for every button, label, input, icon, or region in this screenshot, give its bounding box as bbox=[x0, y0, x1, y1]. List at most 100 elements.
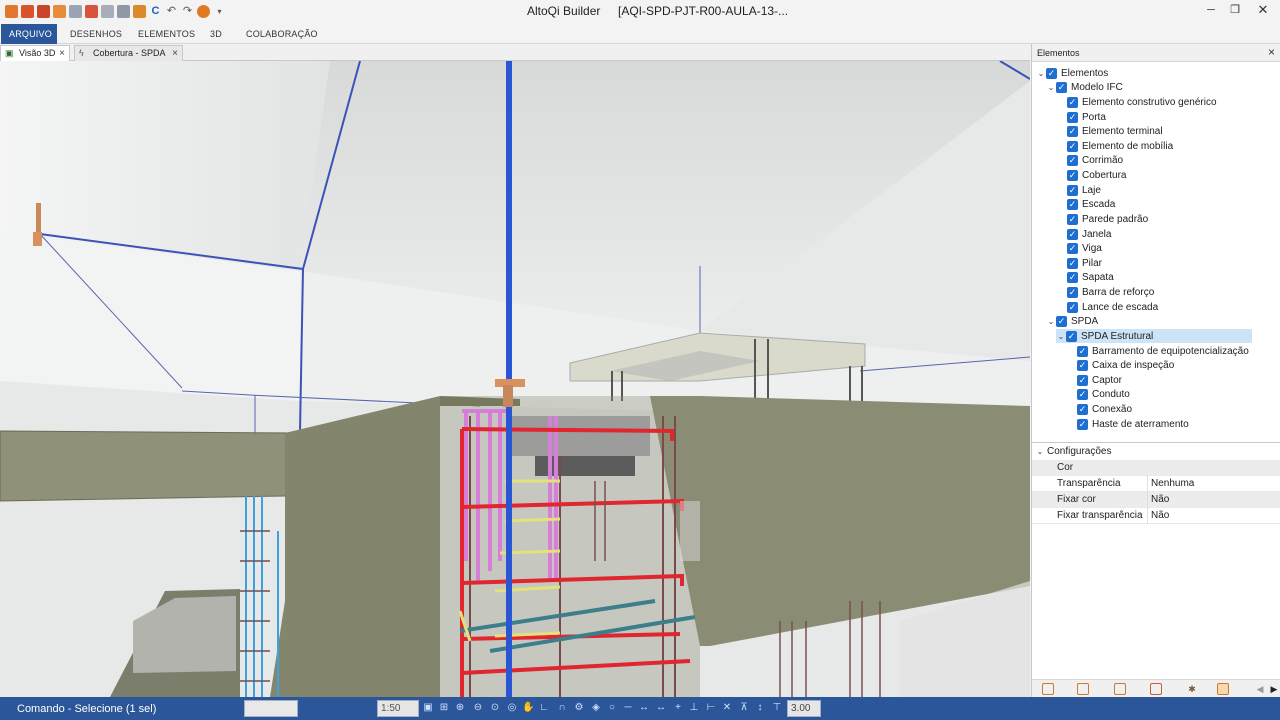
catalog-icon[interactable] bbox=[133, 4, 146, 18]
tree-item-sapata[interactable]: ✓ Sapata bbox=[1067, 270, 1114, 284]
chevron-down-icon[interactable]: ⌄ bbox=[1046, 83, 1056, 92]
chevron-down-icon[interactable]: ⌄ bbox=[1036, 69, 1046, 78]
tree-item-pilar[interactable]: ✓ Pilar bbox=[1067, 256, 1102, 270]
checkbox-icon[interactable]: ✓ bbox=[1067, 154, 1078, 166]
osnap-icon[interactable]: ○ bbox=[606, 701, 618, 715]
tree-item-conexao[interactable]: ✓ Conexão bbox=[1077, 402, 1132, 416]
checkbox-icon[interactable]: ✓ bbox=[1077, 418, 1088, 430]
zoom-window-icon[interactable]: ⊞ bbox=[438, 701, 450, 715]
ortho-icon[interactable]: ∟ bbox=[538, 701, 550, 715]
prop-row-transparencia[interactable]: Transparência Nenhuma bbox=[1032, 476, 1280, 492]
tab-colaboracao[interactable]: COLABORAÇÃO bbox=[238, 24, 326, 44]
pan-icon[interactable]: ✋ bbox=[522, 701, 534, 715]
tree-item-conduto[interactable]: ✓ Conduto bbox=[1077, 387, 1130, 401]
panel-tab-icon[interactable] bbox=[1114, 683, 1126, 695]
checkbox-icon[interactable]: ✓ bbox=[1067, 96, 1078, 108]
save-icon[interactable] bbox=[69, 4, 82, 18]
prop-value[interactable]: Nenhuma bbox=[1151, 478, 1194, 489]
line-icon[interactable]: ─ bbox=[622, 701, 634, 715]
tree-item-mobilia[interactable]: ✓ Elemento de mobília bbox=[1067, 139, 1173, 153]
viewport-3d[interactable] bbox=[0, 61, 1030, 697]
prop-value[interactable]: Não bbox=[1151, 510, 1169, 521]
checkbox-icon[interactable]: ✓ bbox=[1067, 111, 1078, 123]
prop-row-cor[interactable]: Cor bbox=[1032, 460, 1280, 476]
tree-item-viga[interactable]: ✓ Viga bbox=[1067, 241, 1102, 255]
tab-elementos[interactable]: ELEMENTOS bbox=[130, 24, 203, 44]
chevron-down-icon[interactable]: ⌄ bbox=[1035, 447, 1045, 456]
tree-item-lance[interactable]: ✓ Lance de escada bbox=[1067, 300, 1158, 314]
command-input[interactable] bbox=[244, 700, 298, 717]
tree-item-barra[interactable]: ✓ Barra de reforço bbox=[1067, 285, 1154, 299]
checkbox-icon[interactable]: ✓ bbox=[1067, 169, 1078, 181]
tree-item-porta[interactable]: ✓ Porta bbox=[1067, 110, 1106, 124]
snap-icon[interactable]: ∩ bbox=[556, 701, 568, 715]
checkbox-icon[interactable]: ✓ bbox=[1067, 140, 1078, 152]
checkbox-icon[interactable]: ✓ bbox=[1066, 330, 1077, 342]
tree-item-haste[interactable]: ✓ Haste de aterramento bbox=[1077, 417, 1189, 431]
panel-tab-icon[interactable] bbox=[1077, 683, 1089, 695]
tree-item-captor[interactable]: ✓ Captor bbox=[1077, 373, 1122, 387]
prop-value[interactable]: Não bbox=[1151, 494, 1169, 505]
checkbox-icon[interactable]: ✓ bbox=[1067, 213, 1078, 225]
prop-row-fixar-transparencia[interactable]: Fixar transparência Não bbox=[1032, 508, 1280, 524]
crosshair-icon[interactable]: + bbox=[672, 701, 684, 715]
checkbox-icon[interactable]: ✓ bbox=[1067, 301, 1078, 313]
grid-icon[interactable]: ⚙ bbox=[573, 701, 585, 715]
open-file-icon[interactable] bbox=[37, 4, 50, 18]
app-logo-icon[interactable] bbox=[5, 4, 18, 18]
tree-item-generico[interactable]: ✓ Elemento construtivo genérico bbox=[1067, 95, 1217, 109]
tab-arquivo[interactable]: ARQUIVO bbox=[1, 24, 57, 44]
plot-icon[interactable] bbox=[101, 4, 114, 18]
doc-tab-cobertura[interactable]: ϟ Cobertura - SPDA × bbox=[74, 45, 183, 61]
checkbox-icon[interactable]: ✓ bbox=[1067, 198, 1078, 210]
new-file-icon[interactable] bbox=[21, 4, 34, 18]
tree-item-cobertura[interactable]: ✓ Cobertura bbox=[1067, 168, 1126, 182]
checkbox-icon[interactable]: ✓ bbox=[1077, 388, 1088, 400]
zoom-all-icon[interactable]: ◎ bbox=[506, 701, 518, 715]
model-render[interactable] bbox=[0, 61, 1030, 697]
checkbox-icon[interactable]: ✓ bbox=[1067, 184, 1078, 196]
close-icon[interactable]: × bbox=[1268, 45, 1275, 59]
panel-tab-icon[interactable] bbox=[1150, 683, 1162, 695]
chevron-down-icon[interactable]: ⌄ bbox=[1046, 317, 1056, 326]
close-icon[interactable]: × bbox=[59, 46, 65, 61]
checkbox-icon[interactable]: ✓ bbox=[1067, 242, 1078, 254]
close-icon[interactable]: × bbox=[172, 46, 178, 61]
panel-tab-icon[interactable] bbox=[1042, 683, 1054, 695]
checkbox-icon[interactable]: ✓ bbox=[1056, 81, 1067, 93]
checkbox-icon[interactable]: ✓ bbox=[1077, 374, 1088, 386]
checkbox-icon[interactable]: ✓ bbox=[1067, 286, 1078, 298]
chevron-left-icon[interactable]: ◀ bbox=[1254, 683, 1266, 695]
tree-item-spda[interactable]: ⌄ ✓ SPDA bbox=[1046, 314, 1098, 328]
chevron-down-icon[interactable]: ⌄ bbox=[1056, 332, 1066, 341]
tree-item-escada[interactable]: ✓ Escada bbox=[1067, 197, 1115, 211]
tree-item-janela[interactable]: ✓ Janela bbox=[1067, 227, 1111, 241]
chevron-right-icon[interactable]: ▶ bbox=[1268, 683, 1280, 695]
checkbox-icon[interactable]: ✓ bbox=[1077, 345, 1088, 357]
tree-item-modelo-ifc[interactable]: ⌄ ✓ Modelo IFC bbox=[1046, 80, 1123, 94]
tab-desenhos[interactable]: DESENHOS bbox=[62, 24, 130, 44]
customize-toolbar-icon[interactable]: ▾ bbox=[213, 5, 226, 18]
config-header[interactable]: ⌄ Configurações bbox=[1032, 443, 1280, 459]
tab-3d[interactable]: 3D bbox=[202, 24, 230, 44]
tree-item-spda-estrutural[interactable]: ⌄ ✓ SPDA Estrutural bbox=[1056, 329, 1252, 343]
settings-icon[interactable]: ✱ bbox=[1186, 683, 1198, 695]
horizontal-icon[interactable]: ⊢ bbox=[705, 701, 717, 715]
tree-item-barramento[interactable]: ✓ Barramento de equipotencialização bbox=[1077, 344, 1249, 358]
checkbox-icon[interactable]: ✓ bbox=[1067, 257, 1078, 269]
level-icon[interactable]: ⊤ bbox=[771, 701, 783, 715]
tree-item-parede[interactable]: ✓ Parede padrão bbox=[1067, 212, 1148, 226]
dimension-icon[interactable]: ↔ bbox=[638, 701, 650, 715]
zoom-input[interactable]: 3.00 bbox=[787, 700, 821, 717]
checkbox-icon[interactable]: ✓ bbox=[1077, 403, 1088, 415]
polar-icon[interactable]: ◈ bbox=[590, 701, 602, 715]
zoom-extents-icon[interactable]: ▣ bbox=[422, 701, 434, 715]
redo-icon[interactable]: ↷ bbox=[181, 5, 194, 18]
zoom-in-icon[interactable]: ⊕ bbox=[454, 701, 466, 715]
measure-icon[interactable]: ↔ bbox=[655, 701, 667, 715]
height-icon[interactable]: ↕ bbox=[754, 701, 766, 715]
refresh-icon[interactable]: C bbox=[149, 5, 162, 18]
close-icon[interactable]: ✕ bbox=[1246, 0, 1280, 22]
checkbox-icon[interactable]: ✓ bbox=[1077, 359, 1088, 371]
undo-icon[interactable]: ↶ bbox=[165, 5, 178, 18]
